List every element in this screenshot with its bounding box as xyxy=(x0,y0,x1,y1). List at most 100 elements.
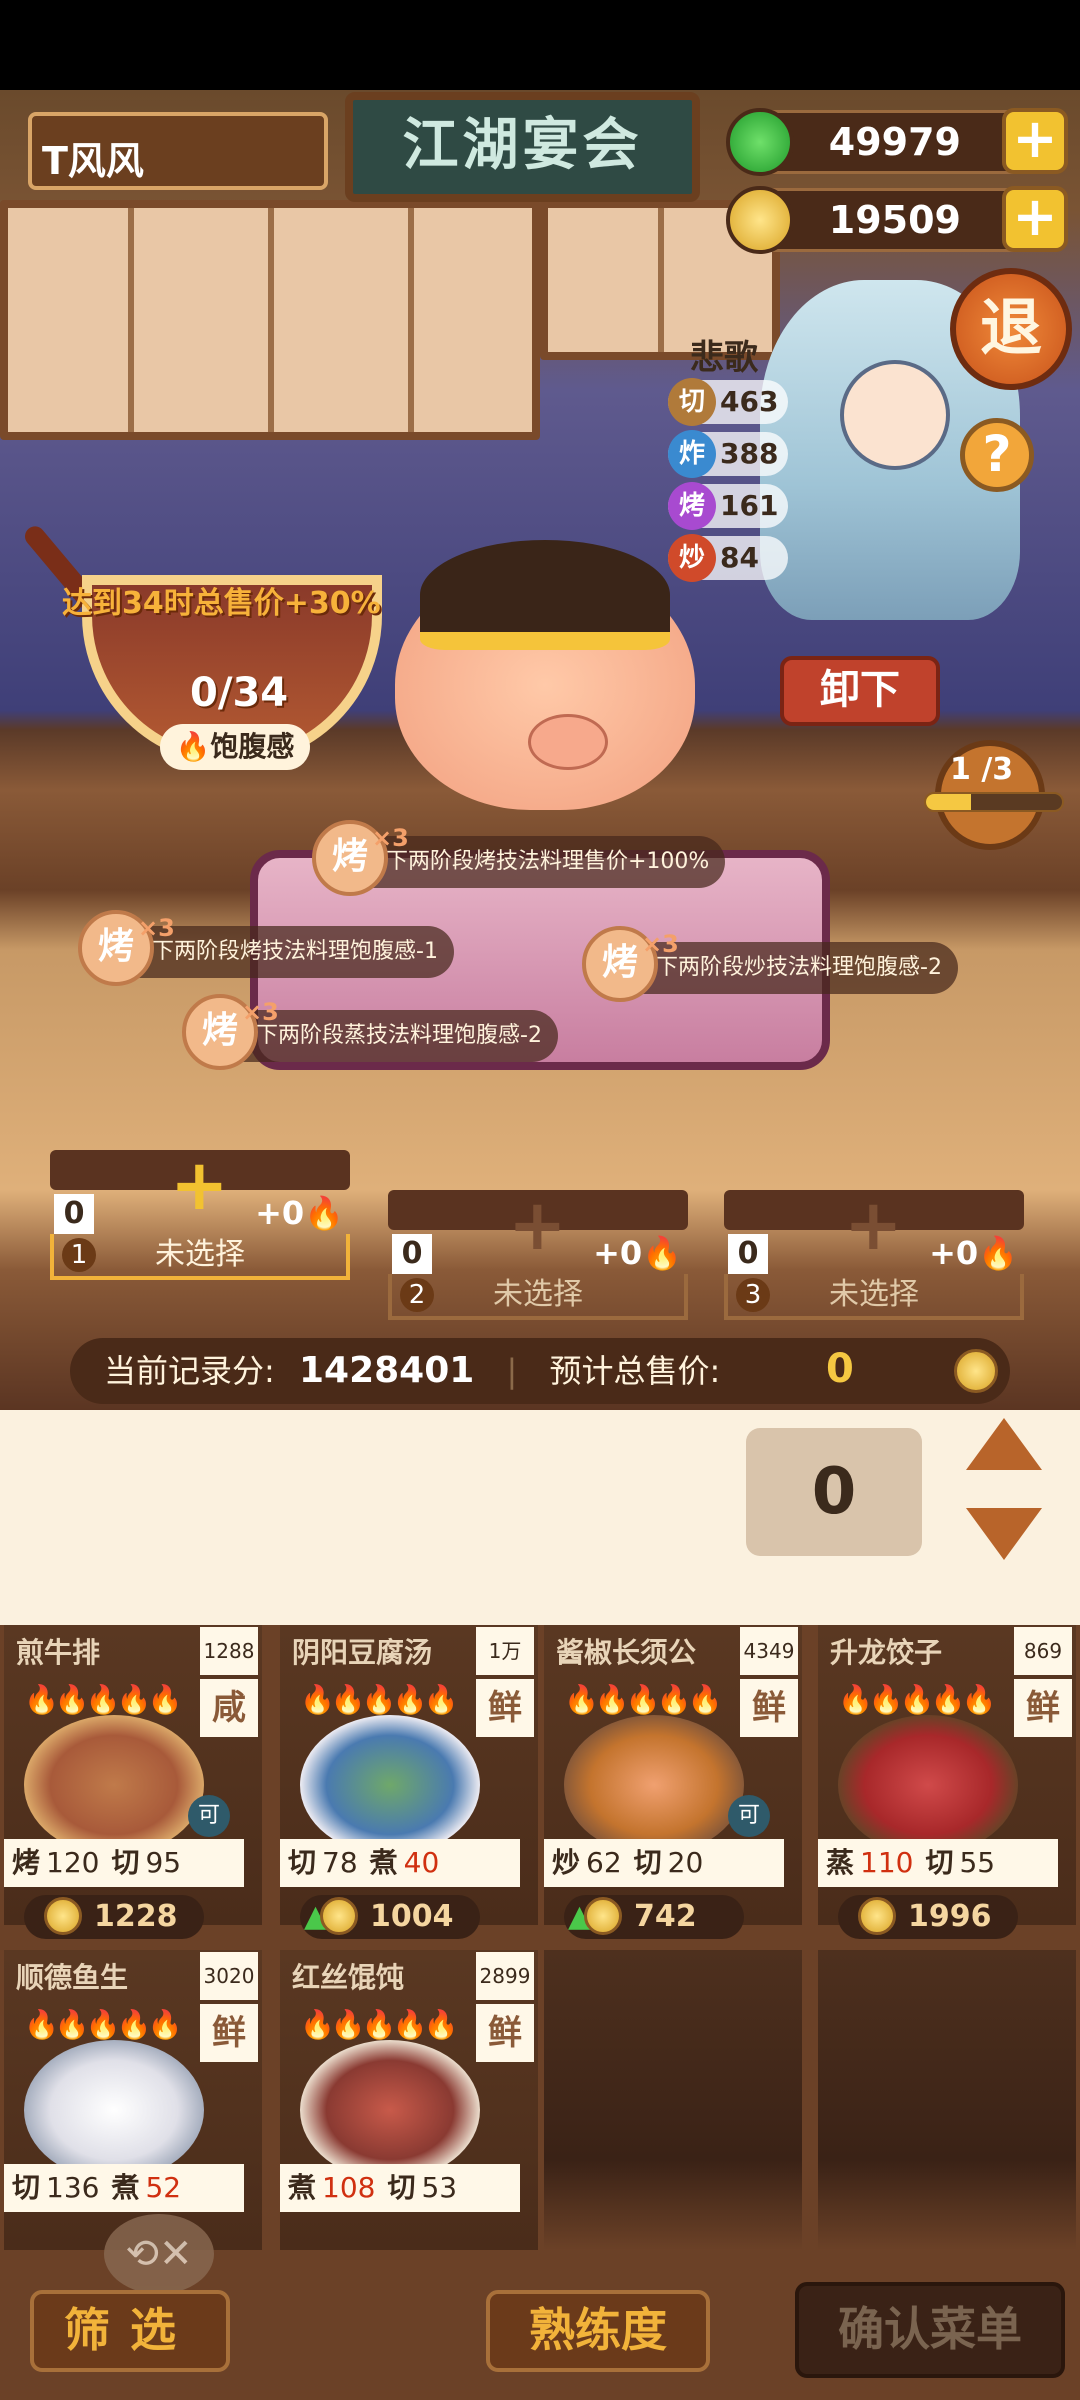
quantity-value[interactable]: 0 xyxy=(746,1428,922,1556)
roast-skill-icon: 烤 xyxy=(668,482,716,530)
satiety-label-text: 饱腹感 xyxy=(210,730,295,763)
skill-2: 切 xyxy=(111,1846,140,1879)
skill-2: 切 xyxy=(925,1846,954,1879)
pig-hat xyxy=(420,540,670,650)
unload-chef-button[interactable]: 卸下 xyxy=(780,656,940,726)
skill-2-value: 20 xyxy=(667,1846,704,1879)
skill-1: 切 xyxy=(12,2171,41,2204)
exit-button[interactable]: 退 xyxy=(950,268,1072,390)
buff-multiplier: ×3 xyxy=(642,930,679,958)
flame-icon: 🔥 xyxy=(175,730,211,763)
gold-coin-icon xyxy=(320,1897,358,1935)
gold-coin-icon xyxy=(954,1349,998,1393)
dish-taste: 咸 xyxy=(200,1679,258,1737)
dish-stats: 蒸 110 切 55 xyxy=(818,1839,1058,1887)
gold-coin-icon xyxy=(44,1897,82,1935)
dish-slot-3[interactable]: + 0 +0🔥 3 未选择 xyxy=(724,1190,1024,1320)
slot-satiety: +0🔥 xyxy=(255,1194,344,1232)
skill-2-value: 40 xyxy=(403,1846,440,1879)
satiety-count: 0/34 xyxy=(190,670,289,716)
roast-skill-value: 161 xyxy=(720,489,779,522)
help-button[interactable]: ? xyxy=(960,418,1034,492)
dish-price: 3020 xyxy=(200,1952,258,2000)
buff-item[interactable]: 烤 ×3 下两阶段烤技法料理售价+100% xyxy=(312,820,726,896)
dish-image xyxy=(838,1715,1018,1855)
dish-card[interactable]: 红丝馄饨 2899 鲜 🔥🔥🔥🔥🔥 煮 108 切 53 xyxy=(280,1950,538,2250)
buff-text: 下两阶段炒技法料理饱腹感-2 xyxy=(656,955,942,980)
dish-sell-price: 1228 xyxy=(24,1895,204,1939)
total-price-label: 预计总售价: xyxy=(549,1352,721,1390)
dish-sell-price: 1996 xyxy=(838,1895,1018,1939)
dish-sell-price: ▲ 742 xyxy=(564,1895,744,1939)
dish-image xyxy=(24,2040,204,2180)
skill-2-value: 55 xyxy=(959,1846,996,1879)
chef-skill-roast: 烤 161 xyxy=(668,482,788,530)
jade-value: 49979 xyxy=(828,120,961,164)
reset-selection-icon[interactable]: ⟲✕ xyxy=(104,2214,214,2294)
dish-sell-price-value: 1228 xyxy=(94,1899,178,1934)
confirm-menu-button[interactable]: 确认菜单 xyxy=(795,2282,1065,2378)
wall-window-left xyxy=(0,200,540,440)
add-gold-button[interactable]: + xyxy=(1002,186,1068,252)
dish-card[interactable]: 顺德鱼生 3020 鲜 🔥🔥🔥🔥🔥 切 136 煮 52 xyxy=(4,1950,262,2250)
dish-stats: 切 78 煮 40 xyxy=(280,1839,520,1887)
record-score-value: 1428401 xyxy=(298,1350,475,1391)
add-dish-icon: + xyxy=(170,1144,229,1226)
dish-sell-price-value: 742 xyxy=(634,1899,697,1934)
decrease-arrow-icon[interactable] xyxy=(966,1508,1042,1560)
increase-arrow-icon[interactable] xyxy=(966,1418,1042,1470)
gold-coin-icon xyxy=(584,1897,622,1935)
add-jade-button[interactable]: + xyxy=(1002,108,1068,174)
stage-progress-bar xyxy=(924,792,1064,812)
dish-taste: 鲜 xyxy=(476,2004,534,2062)
chef-skill-fry: 炸 388 xyxy=(668,430,788,478)
skill-2: 煮 xyxy=(111,2171,140,2204)
stage-text: 1 /3 xyxy=(950,752,1014,787)
skill-1-value: 62 xyxy=(586,1846,622,1879)
buff-item[interactable]: 烤 ×3 下两阶段烤技法料理饱腹感-1 xyxy=(78,910,454,986)
dish-slot-2[interactable]: + 0 +0🔥 2 未选择 xyxy=(388,1190,688,1320)
flame-icon: 🔥 xyxy=(304,1194,344,1232)
dish-slot-1[interactable]: + 0 +0🔥 1 未选择 xyxy=(50,1150,350,1280)
proficiency-button[interactable]: 熟练度 xyxy=(486,2290,710,2372)
dish-name: 阴阳豆腐汤 xyxy=(292,1636,433,1669)
dish-sell-price-value: 1996 xyxy=(908,1899,992,1934)
jade-icon xyxy=(726,108,794,176)
skill-1: 烤 xyxy=(12,1846,41,1879)
skill-1: 炒 xyxy=(552,1846,581,1879)
skill-1-value: 110 xyxy=(860,1846,914,1879)
fry-skill-value: 388 xyxy=(720,437,779,470)
dish-card[interactable]: 升龙饺子 869 鲜 🔥🔥🔥🔥🔥 蒸 110 切 55 1996 xyxy=(818,1625,1076,1939)
skill-1-value: 120 xyxy=(46,1846,100,1879)
separator: | xyxy=(506,1352,518,1390)
satiety-flames-icon: 🔥🔥🔥🔥🔥 xyxy=(300,2008,458,2041)
slot-label: 3 未选择 xyxy=(724,1274,1024,1320)
player-name: T风风 xyxy=(28,112,328,190)
skill-2: 切 xyxy=(387,2171,416,2204)
filter-button[interactable]: 筛选 xyxy=(30,2290,230,2372)
slot-quantity: 0 xyxy=(392,1234,432,1274)
total-price-value: 0 xyxy=(826,1346,854,1392)
flame-icon: 🔥 xyxy=(978,1234,1018,1272)
dish-price: 1万 xyxy=(476,1627,534,1675)
dish-image xyxy=(564,1715,744,1855)
skill-1: 切 xyxy=(288,1846,317,1879)
slot-satiety: +0🔥 xyxy=(929,1234,1018,1272)
buff-item[interactable]: 烤 ×3 下两阶段炒技法料理饱腹感-2 xyxy=(582,926,958,1002)
empty-dish-slot xyxy=(818,1950,1076,2250)
dish-card[interactable]: 酱椒长须公 4349 鲜 🔥🔥🔥🔥🔥 可 炒 62 切 20 ▲ 742 xyxy=(544,1625,802,1939)
record-score-label: 当前记录分: xyxy=(104,1352,275,1390)
satiety-flames-icon: 🔥🔥🔥🔥🔥 xyxy=(838,1683,996,1716)
buff-item[interactable]: 烤 ×3 下两阶段蒸技法料理饱腹感-2 xyxy=(182,994,558,1070)
slot-number: 2 xyxy=(400,1278,434,1312)
skill-1-value: 136 xyxy=(46,2171,100,2204)
cut-skill-icon: 切 xyxy=(668,378,716,426)
dish-price: 2899 xyxy=(476,1952,534,2000)
dish-name: 顺德鱼生 xyxy=(16,1961,129,1994)
buff-text: 下两阶段烤技法料理售价+100% xyxy=(386,849,710,874)
slot-label-text: 未选择 xyxy=(829,1277,919,1312)
slot-quantity: 0 xyxy=(54,1194,94,1234)
dish-card[interactable]: 煎牛排 1288 咸 🔥🔥🔥🔥🔥 可 烤 120 切 95 1228 xyxy=(4,1625,262,1939)
skill-2-value: 95 xyxy=(145,1846,182,1879)
dish-card[interactable]: 阴阳豆腐汤 1万 鲜 🔥🔥🔥🔥🔥 切 78 煮 40 ▲ 1004 xyxy=(280,1625,538,1939)
